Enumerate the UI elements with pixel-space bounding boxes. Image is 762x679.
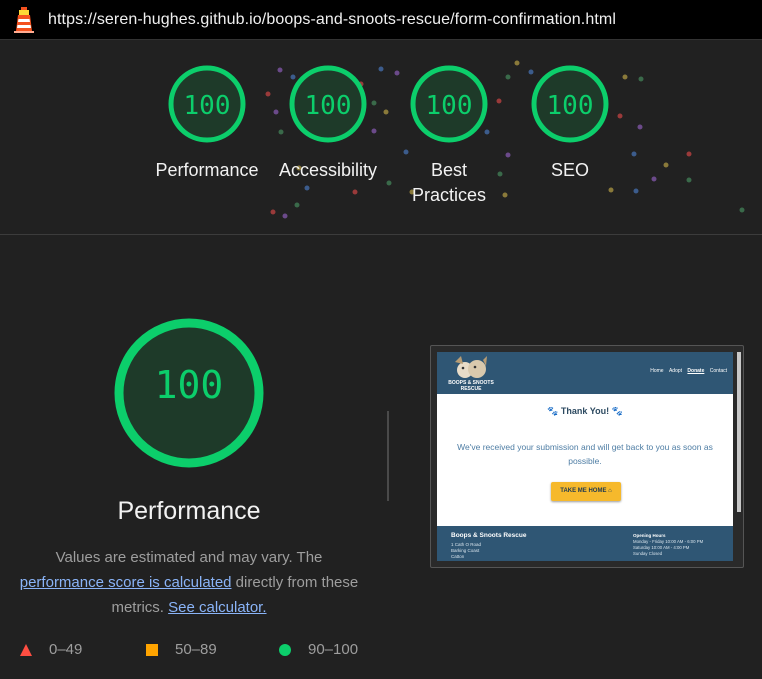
preview-nav-contact: Contact (709, 368, 727, 374)
score-value: 100 (546, 91, 594, 121)
page-url[interactable]: https://seren-hughes.github.io/boops-and… (48, 11, 616, 29)
preview-navbar: BOOPS & SNOOTS RESCUE Home Adopt Donate … (437, 352, 733, 394)
gauge-label: Performance (155, 160, 259, 180)
performance-score: 100 (154, 363, 224, 407)
preview-heading-text: Thank You! (560, 406, 610, 416)
preview-heading: 🐾 Thank You! 🐾 (437, 406, 733, 417)
legend-pass: 90–100 (278, 641, 358, 658)
triangle-icon (20, 643, 32, 656)
preview-nav-home: Home (650, 368, 664, 374)
gauge-label: Accessibility (278, 160, 378, 180)
dogs-logo-icon (455, 356, 487, 378)
preview-nav-links: Home Adopt Donate Contact (646, 368, 727, 374)
legend-range: 0–49 (49, 641, 83, 658)
preview-home-button-label: TAKE ME HOME (560, 488, 607, 494)
preview-footer-title: Boops & Snoots Rescue (451, 532, 527, 539)
legend-fail: 0–49 (19, 641, 82, 658)
performance-section: 100 Performance Values are estimated and… (0, 235, 762, 679)
page-preview: BOOPS & SNOOTS RESCUE Home Adopt Donate … (437, 352, 733, 561)
preview-home-button: TAKE ME HOME ⌂ (551, 482, 621, 501)
score-calculated-link[interactable]: performance score is calculated (20, 574, 232, 591)
lighthouse-icon (14, 6, 34, 33)
circle-icon (279, 643, 291, 656)
score-value: 100 (425, 91, 473, 121)
square-icon (146, 643, 158, 656)
legend-range: 90–100 (308, 641, 359, 658)
address-line: Catton (451, 554, 465, 559)
gauge-label: Best Practices (411, 160, 487, 205)
legend-average: 50–89 (145, 641, 217, 658)
paw-icon: 🐾 (611, 406, 623, 416)
score-summary: 100 Performance 100 Accessibility 100 Be… (0, 40, 762, 235)
performance-description: Values are estimated and may vary. The p… (14, 545, 364, 620)
gauge-accessibility[interactable]: 100 Accessibility (263, 64, 393, 183)
preview-scrollbar (737, 352, 741, 512)
hours-line: Sunday Closed (633, 551, 663, 556)
preview-hours-title: Opening Hours (633, 533, 666, 538)
see-calculator-link[interactable]: See calculator. (168, 599, 266, 616)
paw-icon: 🐾 (547, 406, 559, 416)
home-icon: ⌂ (608, 488, 612, 494)
preview-footer: Boops & Snoots Rescue 1 Cath O Road Bark… (437, 526, 733, 561)
score-legend: 0–49 50–89 90–100 (0, 641, 400, 665)
score-value: 100 (183, 91, 231, 121)
legend-range: 50–89 (175, 641, 217, 658)
preview-hours: Monday - Friday 10:00 AM - 6:00 PM Satur… (633, 539, 703, 557)
preview-footer-address: 1 Cath O Road Barking Coast Catton (451, 542, 481, 560)
gauge-seo[interactable]: 100 SEO (505, 64, 635, 183)
gauge-label: SEO (550, 160, 589, 180)
gauge-best-practices[interactable]: 100 Best Practices (384, 64, 514, 208)
browser-address-bar: https://seren-hughes.github.io/boops-and… (0, 0, 762, 40)
preview-nav-adopt: Adopt (668, 368, 683, 374)
preview-message: We've received your submission and will … (457, 442, 713, 466)
gauge-performance[interactable]: 100 Performance (142, 64, 272, 183)
performance-title: Performance (117, 497, 261, 525)
preview-brand: BOOPS & SNOOTS RESCUE (448, 380, 494, 392)
score-value: 100 (304, 91, 352, 121)
final-screenshot[interactable]: BOOPS & SNOOTS RESCUE Home Adopt Donate … (430, 345, 744, 568)
desc-text: Values are estimated and may vary. The (55, 549, 323, 566)
preview-nav-donate: Donate (687, 368, 705, 374)
section-divider (387, 411, 389, 501)
